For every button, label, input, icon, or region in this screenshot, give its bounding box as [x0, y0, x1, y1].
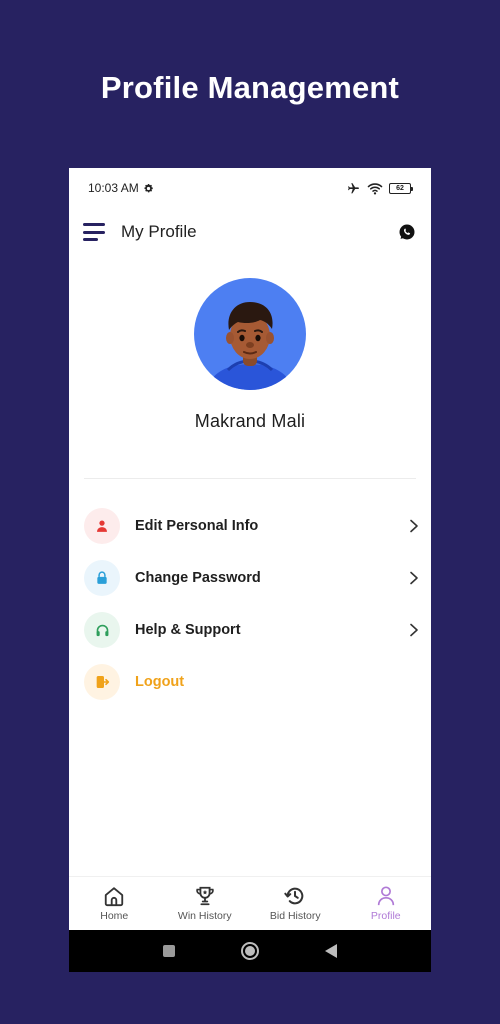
status-bar: 10:03 AM 62: [69, 168, 431, 208]
status-time: 10:03 AM: [88, 181, 139, 195]
bottom-nav: Home Win History Bid History Profile: [69, 876, 431, 930]
nav-item-bid-history[interactable]: Bid History: [250, 877, 341, 930]
profile-menu: Edit Personal Info Change Password Help …: [84, 500, 420, 708]
profile-name: Makrand Mali: [194, 411, 306, 431]
user-icon: [97, 520, 107, 532]
nav-item-label: Win History: [177, 910, 232, 922]
airplane-mode-icon: [348, 182, 359, 193]
profile-icon: [377, 886, 394, 906]
menu-item-label: Logout: [135, 674, 185, 690]
home-icon: [105, 887, 124, 907]
nav-item-label: Profile: [370, 910, 401, 922]
menu-item-label: Help & Support: [135, 622, 241, 638]
battery-icon: 62: [389, 182, 413, 194]
promo-title: Profile Management: [100, 70, 400, 105]
wifi-icon: [367, 182, 383, 195]
app-bar: My Profile: [69, 214, 431, 250]
phone-screen: 10:03 AM 62 My Profile Makrand Mali Edit…: [69, 168, 431, 972]
headset-icon: [96, 624, 108, 636]
back-triangle-icon[interactable]: [324, 943, 338, 959]
chevron-right-icon: [410, 519, 418, 533]
menu-item-logout[interactable]: Logout: [84, 656, 420, 708]
whatsapp-icon[interactable]: [397, 222, 417, 242]
page-title: My Profile: [121, 222, 197, 241]
avatar-illustration: [210, 302, 290, 390]
menu-item-edit-personal-info[interactable]: Edit Personal Info: [84, 500, 420, 552]
trophy-icon: [196, 886, 214, 906]
menu-item-icon-bg: [84, 508, 120, 544]
menu-item-label: Edit Personal Info: [135, 518, 259, 534]
avatar: [194, 278, 306, 390]
divider: [84, 478, 416, 479]
menu-item-label: Change Password: [135, 570, 261, 586]
logout-icon: [96, 676, 110, 688]
nav-item-home[interactable]: Home: [69, 877, 160, 930]
lock-icon: [97, 571, 107, 584]
nav-item-label: Bid History: [269, 910, 321, 922]
menu-item-help-support[interactable]: Help & Support: [84, 604, 420, 656]
history-icon: [284, 887, 304, 905]
chevron-right-icon: [410, 571, 418, 585]
menu-item-change-password[interactable]: Change Password: [84, 552, 420, 604]
recents-square-icon[interactable]: [162, 944, 176, 958]
nav-item-label: Home: [100, 910, 129, 922]
nav-item-win-history[interactable]: Win History: [160, 877, 251, 930]
menu-item-icon-bg: [84, 560, 120, 596]
settings-gear-icon: [144, 183, 153, 192]
menu-item-icon-bg: [84, 664, 120, 700]
menu-hamburger-icon[interactable]: [83, 223, 107, 241]
chevron-right-icon: [410, 623, 418, 637]
home-circle-icon[interactable]: [240, 941, 260, 961]
system-nav-bar: [69, 930, 431, 972]
nav-item-profile[interactable]: Profile: [341, 877, 432, 930]
menu-item-icon-bg: [84, 612, 120, 648]
